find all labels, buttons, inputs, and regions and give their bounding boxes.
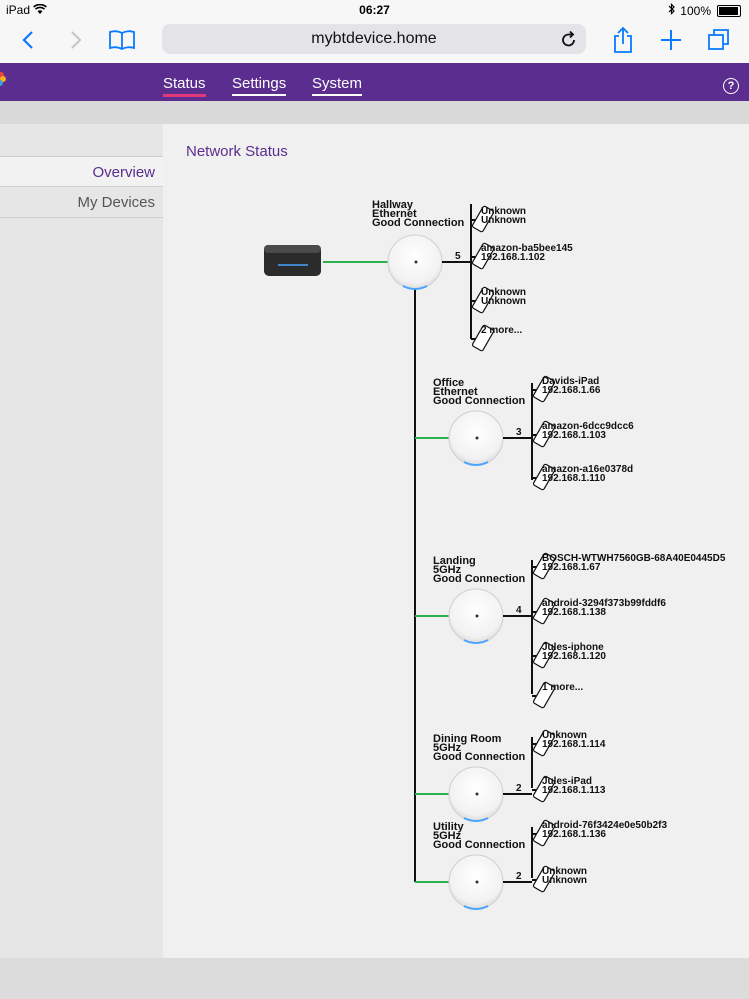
device-item: amazon-a16e0378d192.168.1.110 bbox=[532, 463, 633, 491]
device-item: Jules-iPad192.168.1.113 bbox=[532, 775, 606, 803]
device-item: UnknownUnknown bbox=[471, 286, 526, 314]
device-count: 3 bbox=[516, 427, 522, 438]
device-detail: 192.168.1.113 bbox=[542, 785, 606, 796]
device-item: BOSCH-WTWH7560GB-68A40E0445D5192.168.1.6… bbox=[532, 552, 726, 580]
browser-toolbar: mybtdevice.home bbox=[0, 20, 749, 64]
device-count: 2 bbox=[516, 783, 522, 794]
disc-node-3: Landing5GHzGood Connection4BOSCH-WTWH756… bbox=[415, 552, 726, 709]
sidebar-item-overview[interactable]: Overview bbox=[0, 156, 163, 187]
device-name: 2 more... bbox=[481, 325, 522, 336]
disc-node-2: OfficeEthernetGood Connection3Davids-iPa… bbox=[415, 375, 634, 491]
disc-status: Good Connection bbox=[372, 217, 465, 229]
tabs-icon[interactable] bbox=[704, 25, 734, 55]
help-icon[interactable]: ? bbox=[723, 78, 739, 94]
back-icon[interactable] bbox=[14, 25, 42, 55]
device-item: Unknown192.168.1.114 bbox=[532, 729, 606, 757]
disc-node-1: HallwayEthernetGood Connection5UnknownUn… bbox=[372, 199, 573, 352]
disc-dot bbox=[475, 792, 479, 796]
device-detail: 192.168.1.136 bbox=[542, 829, 606, 840]
device-detail: 192.168.1.120 bbox=[542, 651, 606, 662]
device-detail: 192.168.1.66 bbox=[542, 385, 601, 396]
address-bar[interactable]: mybtdevice.home bbox=[162, 24, 586, 54]
url-text: mybtdevice.home bbox=[311, 30, 437, 47]
device-item: UnknownUnknown bbox=[532, 865, 587, 893]
battery-icon bbox=[717, 4, 741, 17]
device-item: android-3294f373b99fddf6192.168.1.138 bbox=[532, 597, 666, 625]
forward-icon[interactable] bbox=[62, 25, 90, 55]
device-item: android-76f3424e0e50b2f3192.168.1.136 bbox=[532, 819, 668, 847]
bluetooth-icon bbox=[668, 3, 676, 18]
disc-status: Good Connection bbox=[433, 751, 526, 763]
device-detail: Unknown bbox=[542, 875, 587, 886]
device-detail: 192.168.1.138 bbox=[542, 607, 606, 618]
hub-router-icon bbox=[264, 245, 321, 276]
share-icon[interactable] bbox=[608, 25, 638, 55]
device-item: amazon-ba5bee145192.168.1.102 bbox=[471, 242, 573, 270]
sidebar-item-my-devices[interactable]: My Devices bbox=[0, 187, 163, 218]
device-item: Jules-iphone192.168.1.120 bbox=[532, 641, 606, 669]
status-right: 100% bbox=[668, 3, 741, 18]
clock: 06:27 bbox=[359, 3, 390, 17]
disc-status: Good Connection bbox=[433, 395, 526, 407]
disc-status: Good Connection bbox=[433, 839, 526, 851]
device-item: 2 more... bbox=[471, 324, 522, 352]
tab-settings[interactable]: Settings bbox=[232, 75, 287, 96]
reload-icon[interactable] bbox=[560, 29, 578, 60]
device-item: Davids-iPad192.168.1.66 bbox=[532, 375, 601, 403]
header-spacer bbox=[0, 101, 749, 124]
tab-system[interactable]: System bbox=[312, 75, 363, 96]
top-nav: Status Settings System ? bbox=[0, 63, 749, 101]
device-detail: 192.168.1.103 bbox=[542, 430, 606, 441]
device-count: 5 bbox=[455, 251, 461, 262]
disc-node-5: Utility5GHzGood Connection2android-76f34… bbox=[415, 819, 668, 910]
bookmarks-icon[interactable] bbox=[106, 25, 138, 55]
bottom-bar bbox=[0, 958, 749, 999]
network-diagram: HallwayEthernetGood Connection5UnknownUn… bbox=[264, 199, 726, 910]
disc-dot bbox=[475, 880, 479, 884]
device-detail: 192.168.1.114 bbox=[542, 739, 606, 750]
device-detail: Unknown bbox=[481, 215, 526, 226]
disc-status: Good Connection bbox=[433, 573, 526, 585]
device-item: 1 more... bbox=[532, 681, 583, 709]
tab-status[interactable]: Status bbox=[163, 75, 206, 97]
disc-dot bbox=[414, 260, 418, 264]
device-detail: 192.168.1.102 bbox=[481, 252, 545, 263]
device-item: UnknownUnknown bbox=[471, 205, 526, 233]
battery-percent: 100% bbox=[680, 3, 711, 18]
ios-status-bar: iPad 06:27 100% bbox=[0, 0, 749, 20]
new-tab-icon[interactable] bbox=[656, 25, 686, 55]
device-detail: 192.168.1.67 bbox=[542, 562, 601, 573]
disc-dot bbox=[475, 436, 479, 440]
sidebar: Overview My Devices bbox=[0, 124, 163, 958]
device-name: 1 more... bbox=[542, 682, 583, 693]
disc-dot bbox=[475, 614, 479, 618]
device-count: 2 bbox=[516, 871, 522, 882]
bt-logo-icon bbox=[0, 71, 6, 87]
device-detail: 192.168.1.110 bbox=[542, 473, 606, 484]
device-item: amazon-6dcc9dcc6192.168.1.103 bbox=[532, 420, 634, 448]
device-detail: Unknown bbox=[481, 296, 526, 307]
disc-node-4: Dining Room5GHzGood Connection2Unknown19… bbox=[415, 729, 606, 822]
device-count: 4 bbox=[516, 605, 522, 616]
